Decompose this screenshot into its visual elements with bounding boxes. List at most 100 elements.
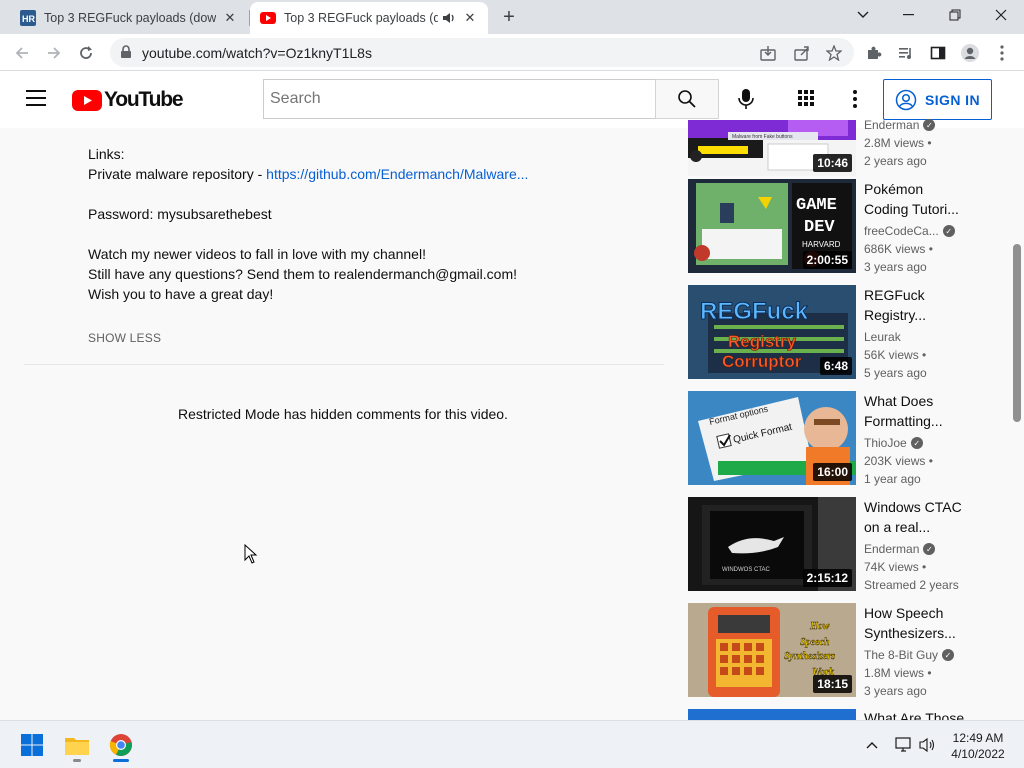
video-thumbnail[interactable] [688,709,856,720]
back-button[interactable] [8,39,36,67]
apps-grid-icon[interactable] [796,88,818,110]
chevron-up-icon[interactable] [860,729,884,761]
chrome-menu-icon[interactable] [988,39,1016,67]
mouse-cursor-icon [244,544,258,564]
install-app-icon[interactable] [760,45,776,61]
recommendation-item[interactable]: WINDWOS CTAC 2:15:12 Windows CTAC on a r… [688,497,998,592]
show-less-button[interactable]: SHOW LESS [88,331,161,345]
settings-more-icon[interactable] [846,87,864,111]
profile-avatar-icon[interactable] [956,39,984,67]
view-count: 686K views • [864,242,933,256]
bookmark-star-icon[interactable] [826,45,842,61]
browser-tab-1[interactable]: HR Top 3 REGFuck payloads (downlo ✕ [10,2,248,34]
side-panel-icon[interactable] [924,39,952,67]
title-line: Synthesizers... [864,625,956,641]
windows-taskbar: 12:49 AM 4/10/2022 [0,720,1024,768]
chrome-taskbar-icon[interactable] [105,729,137,762]
recommendation-item[interactable]: How Speech Synthesizers Work 18:15 How S… [688,603,998,698]
browser-tab-2-active[interactable]: Top 3 REGFuck payloads (do ✕ [250,2,488,34]
recommendation-item[interactable]: REGFuck Registry Corruptor 6:48 REGFuck … [688,285,998,380]
verified-icon: ✓ [942,649,955,661]
upload-age: Streamed 2 years [864,578,959,592]
channel-label: Leurak [864,330,901,344]
thumb-regfuck-text: REGFuck [700,298,809,325]
description-line-3: Wish you to have a great day! [88,286,274,302]
minimize-button[interactable] [886,0,932,30]
page-scrollbar-thumb[interactable] [1013,244,1021,422]
youtube-logo[interactable]: YouTube [72,88,184,112]
video-thumbnail[interactable]: GAME DEV HARVARD 2:00:55 [688,179,856,273]
description-line-1: Watch my newer videos to fall in love wi… [88,246,426,262]
video-thumbnail[interactable]: WINDWOS CTAC 2:15:12 [688,497,856,591]
clock-time: 12:49 AM [952,731,1004,745]
speaker-icon[interactable] [442,11,456,25]
view-count: 74K views • [864,560,927,574]
recommendation-item[interactable]: Format options Quick Format 16:00 What D… [688,391,998,486]
forward-button[interactable] [40,39,68,67]
video-title: What Are Those [864,710,965,720]
title-line: Coding Tutori... [864,201,959,217]
clock-date: 4/10/2022 [951,747,1005,761]
media-control-icon[interactable] [892,39,920,67]
thumb-how-text: How [809,621,830,632]
channel-name: ThioJoe ✓ [864,436,923,450]
share-icon[interactable] [794,45,810,61]
upload-age: 2 years ago [864,154,927,168]
title-line: What Does [864,393,934,409]
network-icon[interactable] [892,729,916,761]
video-title: REGFuck Registry... [864,285,974,325]
new-tab-button[interactable]: + [498,6,520,28]
close-icon[interactable]: ✕ [462,10,478,26]
video-thumbnail[interactable]: Malware from Fake buttons 10:46 [688,120,856,176]
thumb-ctac-text: WINDWOS CTAC [722,567,771,573]
channel-name: Enderman ✓ [864,118,936,132]
title-line: on a real... [864,519,931,535]
system-clock[interactable]: 12:49 AM 4/10/2022 [946,730,1010,762]
page-scrollbar-track[interactable] [1010,128,1024,720]
file-explorer-icon[interactable] [61,729,93,762]
video-title: What Does Formatting... [864,391,974,431]
tab-search-chevron-icon[interactable] [840,0,886,30]
channel-name: Leurak [864,330,901,344]
channel-label: Enderman [864,118,920,132]
description-links-label: Links: [88,146,125,162]
start-windows-icon[interactable] [16,729,48,761]
repo-prefix: Private malware repository - [88,166,267,182]
video-title: How Speech Synthesizers... [864,603,974,643]
menu-hamburger-icon[interactable] [26,90,46,108]
upload-age: 1 year ago [864,472,921,486]
description-repo-line: Private malware repository - https://git… [88,166,528,182]
address-bar[interactable]: youtube.com/watch?v=Oz1knyT1L8s [110,38,854,67]
title-line: Formatting... [864,413,943,429]
upload-age: 3 years ago [864,684,927,698]
close-icon[interactable]: ✕ [222,10,238,26]
microphone-icon[interactable] [734,87,758,111]
hr-favicon-icon: HR [20,10,36,26]
view-count: 56K views • [864,348,927,362]
verified-icon: ✓ [942,225,955,237]
title-line: Windows CTAC [864,499,962,515]
video-thumbnail[interactable]: REGFuck Registry Corruptor 6:48 [688,285,856,379]
video-duration: 6:48 [819,357,852,375]
extensions-puzzle-icon[interactable] [860,39,888,67]
channel-name: Enderman ✓ [864,542,936,556]
restore-button[interactable] [932,0,978,30]
video-thumbnail[interactable]: Format options Quick Format 16:00 [688,391,856,485]
description-line-2: Still have any questions? Send them to r… [88,266,517,282]
repo-link[interactable]: https://github.com/Endermanch/Malware... [266,166,528,182]
lock-icon[interactable] [120,45,132,59]
volume-icon[interactable] [916,729,940,761]
title-line: REGFuck [864,287,925,303]
search-input[interactable]: Search [263,79,656,119]
youtube-favicon-icon [260,12,276,24]
youtube-play-logo-icon [72,89,102,111]
view-count: 2.8M views • [864,136,932,150]
video-title: Pokémon Coding Tutori... [864,179,974,219]
video-thumbnail[interactable]: How Speech Synthesizers Work 18:15 [688,603,856,697]
close-window-button[interactable] [978,0,1024,30]
recommendation-item[interactable]: GAME DEV HARVARD 2:00:55 Pokémon Coding … [688,179,998,274]
reload-button[interactable] [72,39,100,67]
verified-icon: ✓ [923,543,936,555]
browser-toolbar: youtube.com/watch?v=Oz1knyT1L8s [0,34,1024,71]
recommendation-item[interactable]: What Are Those [688,709,998,720]
